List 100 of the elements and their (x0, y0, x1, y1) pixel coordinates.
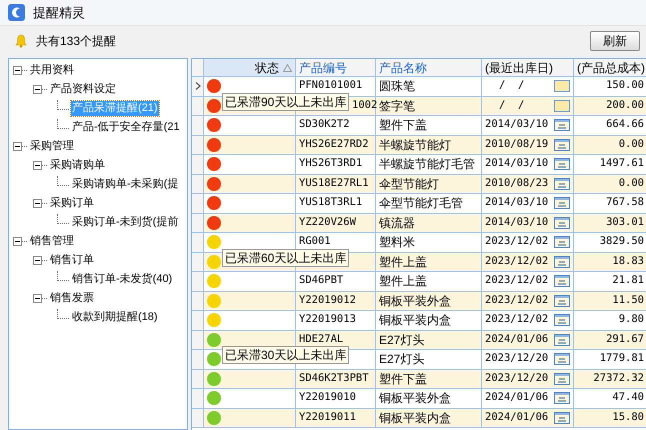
table-cell-text: YUS18T3RL1 (299, 195, 362, 210)
calendar-icon[interactable] (554, 353, 570, 366)
current-row-icon (194, 82, 200, 90)
tree-item[interactable]: 共用资料 (29, 63, 75, 78)
table-cell-text: 2010/08/19 (485, 136, 548, 152)
table-cell-text: 2023/12/02 (485, 292, 548, 308)
table-cell-text: Y22019011 (299, 410, 356, 425)
table-cell-text: 18.83 (612, 254, 644, 269)
table-cell-text: 0.00 (618, 176, 644, 191)
table-cell-text: 2023/12/02 (485, 312, 548, 328)
table-cell-text: 镇流器 (379, 214, 415, 232)
table-cell-text: 塑件上盖 (379, 254, 427, 271)
table-cell-text: 2014/03/10 (485, 195, 548, 210)
tree-item[interactable]: 采购请购单-未采购(提 (71, 177, 180, 192)
table-cell-text: 塑件下盖 (379, 370, 427, 388)
table-cell-text: 1779.81 (600, 351, 644, 366)
table-cell-text: YZ220V26W (299, 214, 356, 230)
calendar-icon[interactable] (554, 412, 570, 424)
collapse-icon[interactable] (33, 294, 42, 303)
calendar-icon[interactable] (554, 236, 570, 248)
table-cell-text: 200.00 (606, 98, 644, 113)
table-cell-text: RG001 (299, 234, 331, 250)
table-cell-text: 21.81 (612, 273, 644, 288)
collapse-icon[interactable] (13, 142, 22, 151)
table-cell-text: 塑件下盖 (379, 117, 427, 134)
refresh-button[interactable]: 刷新 (590, 31, 640, 51)
column-header[interactable]: (最近出库日) (482, 59, 574, 76)
row-header[interactable] (192, 77, 204, 96)
calendar-icon[interactable] (554, 334, 570, 346)
collapse-icon[interactable] (13, 66, 22, 75)
tree-item[interactable]: 采购请购单 (49, 158, 106, 173)
table-cell-text: 2024/01/06 (485, 410, 548, 425)
column-header[interactable]: 产品名称 (376, 59, 482, 76)
collapse-icon[interactable] (13, 237, 22, 246)
collapse-icon[interactable] (33, 161, 42, 170)
table-cell-text: Y22019012 (299, 292, 356, 308)
collapse-icon[interactable] (33, 85, 42, 94)
table-cell-text: 291.67 (606, 332, 644, 347)
table-cell-text: SD30K2T2 (299, 117, 350, 132)
table-cell-text: 664.66 (606, 117, 644, 132)
collapse-icon[interactable] (33, 256, 42, 265)
calendar-icon[interactable] (554, 314, 570, 326)
table-cell-text: 1002 (352, 98, 378, 113)
calendar-icon[interactable] (554, 178, 570, 190)
table-cell-text: 铜板平装外盒 (379, 390, 451, 408)
table-cell-text: YHS26T3RD1 (299, 156, 362, 172)
tooltip: 已呆滞90天以上未出库 (222, 92, 350, 110)
column-header[interactable]: 产品编号 (296, 59, 376, 76)
calendar-icon[interactable] (554, 138, 570, 151)
calendar-icon[interactable] (554, 275, 570, 288)
table-cell-text: 圆珠笔 (379, 78, 415, 96)
tree-item[interactable]: 产品资料设定 (49, 82, 117, 97)
tree-item[interactable]: 采购订单-未到货(提前 (71, 215, 180, 230)
table-cell-text: 27372.32 (593, 370, 644, 386)
calendar-icon[interactable] (554, 80, 570, 92)
table-cell-text: 半螺旋节能灯毛管 (379, 156, 475, 174)
tree-item[interactable]: 销售发票 (49, 291, 95, 306)
table-cell-text: 塑件上盖 (379, 273, 427, 290)
table-cell-text: 9.80 (618, 312, 644, 328)
calendar-icon[interactable] (554, 158, 570, 170)
table-cell-text: 伞型节能灯毛管 (379, 195, 463, 212)
tree-item[interactable]: 销售订单-未发货(40) (71, 272, 174, 287)
table-cell-text: PFN0101001 (299, 78, 362, 94)
table-cell-text: Y22019013 (299, 312, 356, 328)
table-cell-text: YUS18E27RL1 (299, 176, 369, 191)
calendar-icon[interactable] (554, 119, 570, 132)
table-cell-text: 2014/03/10 (485, 214, 548, 230)
table-cell-text: 铜板平装内盒 (379, 410, 451, 427)
table-cell-text: 铜板平装内盒 (379, 312, 451, 330)
table-cell-text: 铜板平装外盒 (379, 292, 451, 310)
collapse-icon[interactable] (33, 199, 42, 208)
calendar-icon[interactable] (554, 197, 570, 210)
tree-item[interactable]: 销售管理 (29, 234, 75, 249)
column-header[interactable]: (产品总成本) (574, 59, 646, 76)
tree-item[interactable]: 销售订单 (49, 253, 95, 268)
tree-item[interactable]: 收款到期提醒(18) (71, 310, 159, 325)
table-cell-text: 2014/03/10 (485, 117, 548, 132)
table-cell-text: E27灯头 (379, 351, 424, 368)
table-cell-text: 1497.61 (600, 156, 644, 172)
table-cell-text: 11.50 (612, 292, 644, 308)
calendar-icon[interactable] (554, 216, 570, 229)
calendar-icon[interactable] (554, 392, 570, 404)
table-cell-text: / / (498, 78, 524, 94)
column-header[interactable]: 状态 (204, 59, 296, 76)
table-cell-text: 签字笔 (379, 98, 415, 115)
app-logo-icon (8, 4, 25, 21)
calendar-icon[interactable] (554, 256, 570, 268)
table-cell-text: YHS26E27RD2 (299, 136, 369, 152)
tree-item[interactable]: 采购订单 (49, 196, 95, 211)
table-cell-text: 2024/01/06 (485, 332, 548, 347)
tree-item[interactable]: 采购管理 (29, 139, 75, 154)
table-cell-text: 47.40 (612, 390, 644, 406)
tooltip: 已呆滞60天以上未出库 (222, 248, 350, 266)
calendar-icon[interactable] (554, 294, 570, 307)
table-cell-text: 2024/01/06 (485, 390, 548, 406)
calendar-icon[interactable] (554, 372, 570, 385)
table-cell-text: 伞型节能灯 (379, 176, 439, 193)
table-cell-text: 半螺旋节能灯 (379, 136, 451, 154)
table-cell-text: 2023/12/20 (485, 351, 548, 366)
tree-item[interactable]: 产品-低于安全存量(21 (71, 120, 181, 135)
